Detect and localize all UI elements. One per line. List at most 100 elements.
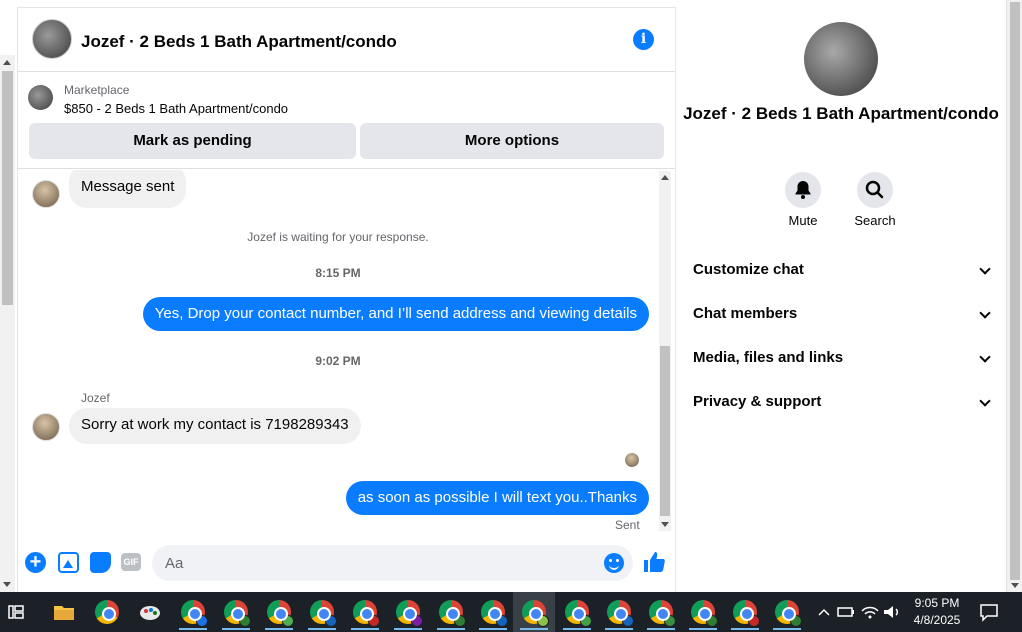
section-chat-members[interactable]: Chat members bbox=[693, 305, 991, 322]
chrome-profile-icon[interactable] bbox=[396, 600, 423, 627]
system-clock[interactable]: 9:05 PM 4/8/2025 bbox=[906, 592, 968, 632]
scroll-down-arrow-icon[interactable] bbox=[1011, 583, 1019, 588]
chat-title[interactable]: Jozef · 2 Beds 1 Bath Apartment/condo bbox=[81, 32, 397, 52]
outgoing-message[interactable]: as soon as possible I will text you..Tha… bbox=[345, 481, 649, 515]
chevron-down-icon bbox=[979, 263, 991, 275]
right-scrollbar[interactable] bbox=[1006, 0, 1022, 592]
conversation-avatar[interactable] bbox=[804, 22, 878, 96]
windows-taskbar: 9:05 PM 4/8/2025 bbox=[0, 592, 1022, 632]
search-icon bbox=[865, 180, 884, 199]
clock-date: 4/8/2025 bbox=[913, 613, 961, 627]
jozef-avatar[interactable] bbox=[32, 180, 60, 208]
marketplace-banner: Marketplace $850 - 2 Beds 1 Bath Apartme… bbox=[18, 73, 675, 169]
sender-name: Jozef bbox=[81, 391, 110, 405]
section-media-files-links[interactable]: Media, files and links bbox=[693, 349, 991, 366]
gif-icon[interactable]: GIF bbox=[121, 553, 141, 571]
chat-panel: Jozef · 2 Beds 1 Bath Apartment/condo i … bbox=[17, 7, 676, 592]
chevron-up-icon[interactable] bbox=[812, 600, 836, 624]
jozef-avatar[interactable] bbox=[32, 413, 60, 441]
chat-header: Jozef · 2 Beds 1 Bath Apartment/condo i bbox=[18, 8, 675, 72]
chrome-profile-icon[interactable] bbox=[439, 600, 466, 627]
scroll-down-arrow-icon[interactable] bbox=[661, 522, 669, 527]
chrome-profile-icon[interactable] bbox=[267, 600, 294, 627]
scrollbar-thumb[interactable] bbox=[2, 71, 13, 305]
waiting-notice: Jozef is waiting for your response. bbox=[247, 230, 429, 244]
scroll-up-arrow-icon[interactable] bbox=[3, 60, 11, 65]
timestamp: 9:02 PM bbox=[315, 354, 361, 368]
mute-button[interactable] bbox=[785, 172, 821, 208]
section-label: Privacy & support bbox=[693, 393, 822, 410]
chrome-profile-icon[interactable] bbox=[691, 600, 718, 627]
running-indicator bbox=[222, 628, 250, 630]
mute-label: Mute bbox=[788, 213, 818, 228]
message-status: Sent bbox=[615, 518, 640, 530]
chrome-profile-icon[interactable] bbox=[353, 600, 380, 627]
running-indicator bbox=[563, 628, 591, 630]
running-indicator bbox=[437, 628, 465, 630]
message-list: Message sent Jozef is waiting for your r… bbox=[18, 170, 658, 530]
section-label: Media, files and links bbox=[693, 349, 844, 366]
running-indicator bbox=[647, 628, 675, 630]
scroll-up-arrow-icon[interactable] bbox=[661, 175, 669, 180]
incoming-message[interactable]: Message sent bbox=[69, 170, 187, 208]
running-indicator bbox=[731, 628, 759, 630]
running-indicator bbox=[394, 628, 422, 630]
chevron-down-icon bbox=[979, 351, 991, 363]
scrollbar-thumb[interactable] bbox=[660, 346, 670, 516]
incoming-message[interactable]: Sorry at work my contact is 7198289343 bbox=[69, 408, 361, 444]
running-indicator bbox=[605, 628, 633, 630]
running-indicator bbox=[351, 628, 379, 630]
message-input[interactable] bbox=[152, 545, 633, 581]
chrome-profile-icon[interactable] bbox=[649, 600, 676, 627]
chrome-icon[interactable] bbox=[95, 600, 119, 624]
message-scrollbar[interactable] bbox=[659, 171, 671, 531]
notifications-icon[interactable] bbox=[977, 600, 1001, 624]
running-indicator bbox=[773, 628, 801, 630]
marketplace-label: Marketplace bbox=[64, 83, 130, 97]
section-label: Chat members bbox=[693, 305, 798, 322]
scroll-down-arrow-icon[interactable] bbox=[3, 582, 11, 587]
more-options-button[interactable]: More options bbox=[360, 123, 664, 159]
listing-thumbnail[interactable] bbox=[28, 85, 53, 110]
chrome-profile-icon[interactable] bbox=[310, 600, 337, 627]
chevron-down-icon bbox=[979, 395, 991, 407]
chevron-down-icon bbox=[979, 307, 991, 319]
task-view-icon[interactable] bbox=[4, 600, 28, 624]
volume-icon[interactable] bbox=[880, 600, 904, 624]
conversation-info-panel: Jozef · 2 Beds 1 Bath Apartment/condo Mu… bbox=[677, 7, 1005, 592]
listing-title[interactable]: $850 - 2 Beds 1 Bath Apartment/condo bbox=[64, 101, 288, 116]
plus-icon[interactable]: + bbox=[25, 552, 46, 573]
mark-as-pending-button[interactable]: Mark as pending bbox=[29, 123, 356, 159]
file-explorer-icon[interactable] bbox=[52, 600, 76, 624]
battery-icon[interactable] bbox=[834, 600, 858, 624]
running-indicator bbox=[265, 628, 293, 630]
wifi-icon[interactable] bbox=[858, 600, 882, 624]
chat-avatar[interactable] bbox=[32, 19, 72, 59]
chrome-profile-icon[interactable] bbox=[733, 600, 760, 627]
photo-icon[interactable] bbox=[58, 552, 79, 573]
emoji-icon[interactable] bbox=[604, 553, 624, 573]
chrome-profile-icon-active[interactable] bbox=[522, 600, 549, 627]
seen-indicator-avatar bbox=[625, 453, 639, 467]
chrome-profile-icon[interactable] bbox=[181, 600, 208, 627]
chrome-profile-icon[interactable] bbox=[775, 600, 802, 627]
chrome-profile-icon[interactable] bbox=[224, 600, 251, 627]
scrollbar-thumb[interactable] bbox=[1010, 2, 1020, 580]
chrome-profile-icon[interactable] bbox=[565, 600, 592, 627]
chrome-profile-icon[interactable] bbox=[481, 600, 508, 627]
chrome-profile-icon[interactable] bbox=[607, 600, 634, 627]
left-scrollbar[interactable] bbox=[0, 55, 15, 592]
running-indicator bbox=[179, 628, 207, 630]
thumbs-up-icon[interactable] bbox=[642, 550, 666, 574]
composer: + GIF bbox=[18, 536, 675, 586]
outgoing-message[interactable]: Yes, Drop your contact number, and I’ll … bbox=[142, 297, 649, 331]
section-customize-chat[interactable]: Customize chat bbox=[693, 261, 991, 278]
info-icon[interactable]: i bbox=[633, 29, 654, 50]
search-button[interactable] bbox=[857, 172, 893, 208]
sticker-icon[interactable] bbox=[90, 552, 111, 573]
timestamp: 8:15 PM bbox=[315, 266, 361, 280]
bell-icon bbox=[795, 181, 811, 199]
section-privacy-support[interactable]: Privacy & support bbox=[693, 393, 991, 410]
section-label: Customize chat bbox=[693, 261, 804, 278]
paint-icon[interactable] bbox=[138, 600, 162, 624]
